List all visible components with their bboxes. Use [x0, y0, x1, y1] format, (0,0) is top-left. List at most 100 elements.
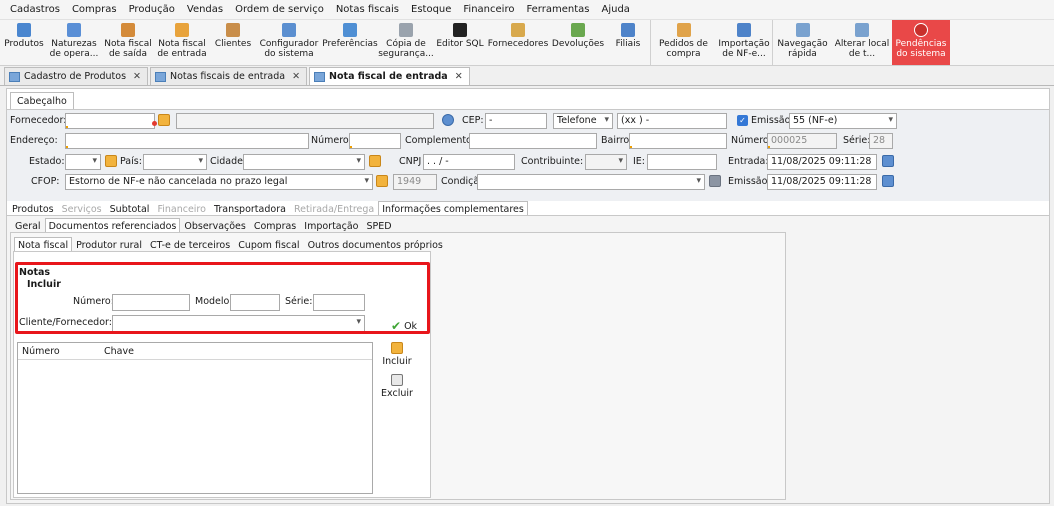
menu-item-ferramentas[interactable]: Ferramentas	[520, 4, 595, 15]
toolbar-button-grid[interactable]: Naturezas de opera...	[46, 20, 102, 65]
column-header-chave[interactable]: Chave	[104, 346, 134, 357]
toolbar-label: Filiais	[615, 39, 641, 49]
serie-label: Série:	[843, 135, 871, 146]
numero-input[interactable]	[349, 133, 401, 149]
cidade-label: Cidade:	[210, 156, 247, 167]
products-icon	[17, 23, 31, 37]
menu-item-estoque[interactable]: Estoque	[405, 4, 457, 15]
window-icon	[9, 71, 20, 82]
complemento-input[interactable]	[469, 133, 597, 149]
toolbar-label: rápida	[788, 49, 817, 59]
folder-search-icon[interactable]	[369, 155, 381, 167]
toolbar-button-backup[interactable]: Cópia de segurança...	[378, 20, 434, 65]
toolbar-button-suppliers[interactable]: Fornecedores	[486, 20, 550, 65]
numero-nf-label: Número:	[731, 135, 772, 146]
ie-input[interactable]	[647, 154, 717, 170]
pending-icon	[914, 23, 928, 37]
doc-tab-cadastro-produtos[interactable]: Cadastro de Produtos ✕	[4, 67, 148, 85]
close-icon[interactable]: ✕	[292, 71, 300, 82]
contribuinte-select	[585, 154, 627, 170]
cfop-label: CFOP:	[31, 176, 60, 187]
endereco-input[interactable]	[65, 133, 309, 149]
configurator-icon	[282, 23, 296, 37]
invoice-out-icon	[121, 23, 135, 37]
emissao-checkbox[interactable]: ✓	[737, 115, 748, 126]
bairro-label: Bairro:	[601, 135, 633, 146]
complemento-label: Complemento:	[405, 135, 476, 146]
doc-tab-nota-entrada[interactable]: Nota fiscal de entrada ✕	[309, 67, 470, 85]
folder-search-icon[interactable]	[105, 155, 117, 167]
toolbar-button-quick-nav[interactable]: Navegação rápida	[772, 20, 832, 65]
toolbar-button-change-location[interactable]: Alterar local de t...	[832, 20, 892, 65]
menu-item-notas-fiscais[interactable]: Notas fiscais	[330, 4, 405, 15]
cidade-select[interactable]	[243, 154, 365, 170]
toolbar-label: do sistema	[264, 49, 314, 59]
toolbar-button-clients[interactable]: Clientes	[210, 20, 256, 65]
telefone-input[interactable]: (xx ) -	[617, 113, 727, 129]
menu-item-vendas[interactable]: Vendas	[181, 4, 229, 15]
fornecedor-code-input[interactable]	[65, 113, 155, 129]
menu-item-produ-o[interactable]: Produção	[123, 4, 181, 15]
menu-item-cadastros[interactable]: Cadastros	[4, 4, 66, 15]
folder-search-icon[interactable]	[376, 175, 388, 187]
toolbar-button-returns[interactable]: Devoluções	[550, 20, 606, 65]
cep-label: CEP:	[462, 115, 484, 126]
emissao-date-input[interactable]: 11/08/2025 09:11:28	[767, 174, 877, 190]
incluir-button[interactable]: Incluir	[379, 342, 415, 367]
folder-search-icon[interactable]	[158, 114, 170, 126]
close-icon[interactable]: ✕	[455, 71, 463, 82]
column-header-numero[interactable]: Número	[22, 346, 60, 357]
cep-search-icon[interactable]	[442, 114, 454, 126]
purchase-orders-icon	[676, 23, 691, 37]
toolbar-button-configurator[interactable]: Configurador do sistema	[256, 20, 322, 65]
menu-item-ajuda[interactable]: Ajuda	[595, 4, 635, 15]
calendar-icon[interactable]	[882, 155, 894, 167]
toolbar-button-sql[interactable]: Editor SQL	[434, 20, 486, 65]
toolbar-label: Naturezas	[51, 39, 97, 49]
toolbar-label: Produtos	[4, 39, 44, 49]
menu-item-financeiro[interactable]: Financeiro	[457, 4, 520, 15]
telefone-select[interactable]: Telefone	[553, 113, 613, 129]
emissao-check-label: Emissão	[751, 115, 791, 126]
toolbar-label: de t...	[848, 49, 876, 59]
endereco-label: Endereço:	[10, 135, 58, 146]
toolbar-button-invoice-in[interactable]: Nota fiscal de entrada	[154, 20, 210, 65]
toolbar-label: de NF-e...	[722, 49, 766, 59]
tab-cabecalho[interactable]: Cabeçalho	[10, 92, 74, 110]
toolbar-button-pending[interactable]: Pendências do sistema	[892, 20, 950, 65]
cep-input[interactable]: -	[485, 113, 547, 129]
bairro-input[interactable]	[629, 133, 727, 149]
payment-terms-icon[interactable]	[709, 175, 721, 187]
toolbar-button-import-nfe[interactable]: Importação de NF-e...	[716, 20, 772, 65]
doc-tab-notas-entrada[interactable]: Notas fiscais de entrada ✕	[149, 67, 308, 85]
toolbar-label: de saída	[108, 49, 148, 59]
toolbar-button-products[interactable]: Produtos	[2, 20, 46, 65]
close-icon[interactable]: ✕	[133, 71, 141, 82]
toolbar-button-purchase-orders[interactable]: Pedidos de compra	[650, 20, 716, 65]
toolbar-label: do sistema	[896, 49, 946, 59]
entrada-input[interactable]: 11/08/2025 09:11:28	[767, 154, 877, 170]
toolbar-label: de entrada	[157, 49, 207, 59]
excluir-button[interactable]: Excluir	[379, 374, 415, 399]
pais-select[interactable]	[143, 154, 207, 170]
emissao-model-select[interactable]: 55 (NF-e)	[789, 113, 897, 129]
toolbar-label: segurança...	[378, 49, 434, 59]
numero-label: Número:	[311, 135, 352, 146]
menu-item-ordem-de-servi-o[interactable]: Ordem de serviço	[229, 4, 330, 15]
estado-select[interactable]	[65, 154, 101, 170]
cfop-select[interactable]: Estorno de NF-e não cancelada no prazo l…	[65, 174, 373, 190]
numero-nf-input: 000025	[767, 133, 837, 149]
toolbar-label: compra	[666, 49, 701, 59]
condicao-select[interactable]	[477, 174, 705, 190]
add-document-icon	[391, 342, 403, 354]
contribuinte-label: Contribuinte:	[521, 156, 584, 167]
menu-item-compras[interactable]: Compras	[66, 4, 123, 15]
toolbar-label: Navegação	[777, 39, 828, 49]
cnpj-input[interactable]: . . / -	[423, 154, 515, 170]
toolbar-button-invoice-out[interactable]: Nota fiscal de saída	[102, 20, 154, 65]
calendar-icon[interactable]	[882, 175, 894, 187]
header-panel: Fornecedor: CEP: - Telefone (xx ) - ✓ Em…	[7, 109, 1049, 201]
toolbar-button-branches[interactable]: Filiais	[606, 20, 650, 65]
notas-table[interactable]: Número Chave	[17, 342, 373, 494]
toolbar-button-preferences[interactable]: Preferências	[322, 20, 378, 65]
